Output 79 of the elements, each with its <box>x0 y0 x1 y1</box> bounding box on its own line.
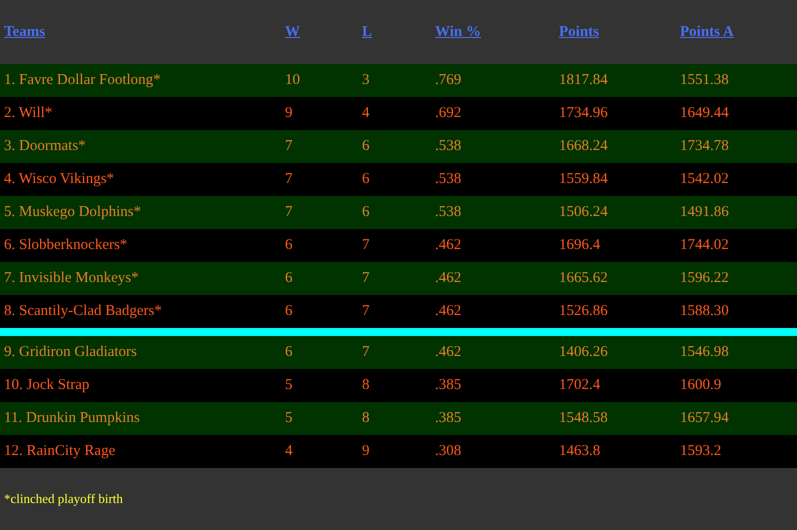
table-cell: 6 <box>362 171 370 187</box>
table-cell: 9 <box>362 443 370 459</box>
table-cell: 12. RainCity Rage <box>4 443 116 459</box>
table-cell: 1817.84 <box>559 72 608 88</box>
table-cell: .538 <box>435 138 462 154</box>
table-cell: 7. Invisible Monkeys* <box>4 270 139 286</box>
table-cell: 1665.62 <box>559 270 608 286</box>
column-header-link[interactable]: Points A <box>680 24 734 40</box>
table-cell: 1649.44 <box>680 105 729 121</box>
table-cell: 9. Gridiron Gladiators <box>4 344 137 360</box>
table-cell: 4 <box>285 443 292 459</box>
table-cell: 1657.94 <box>680 410 729 426</box>
table-cell: 6 <box>285 344 292 360</box>
table-cell: 8. Scantily-Clad Badgers* <box>4 303 162 319</box>
table-cell: 1600.9 <box>680 377 722 393</box>
table-cell: 1593.2 <box>680 443 722 459</box>
table-cell: .538 <box>435 171 462 187</box>
table-cell: 8 <box>362 377 370 393</box>
table-cell: 7 <box>362 270 370 286</box>
column-header-link[interactable]: Teams <box>4 24 46 40</box>
table-cell: 6 <box>362 204 370 220</box>
table-cell: 1406.26 <box>559 344 608 360</box>
table-cell: 1668.24 <box>559 138 608 154</box>
table-cell: 4 <box>362 105 370 121</box>
footnote: *clinched playoff birth <box>4 491 123 507</box>
table-cell: 7 <box>285 138 292 154</box>
table-cell: 6. Slobberknockers* <box>4 237 128 253</box>
table-cell: 1526.86 <box>559 303 608 319</box>
column-header-link[interactable]: Win % <box>435 24 481 40</box>
table-cell: 6 <box>285 303 292 319</box>
table-cell: 1696.4 <box>559 237 600 253</box>
table-cell: 5 <box>285 410 292 426</box>
table-cell: 1734.78 <box>680 138 729 154</box>
table-cell: 1744.02 <box>680 237 729 253</box>
table-cell: .769 <box>435 72 462 88</box>
table-cell: 5 <box>285 377 292 393</box>
table-cell: 6 <box>285 270 292 286</box>
table-cell: 10 <box>285 72 300 88</box>
table-cell: 9 <box>285 105 292 121</box>
table-cell: 1551.38 <box>680 72 729 88</box>
table-cell: 8 <box>362 410 370 426</box>
table-cell: 1. Favre Dollar Footlong* <box>4 72 161 88</box>
table-cell: .462 <box>435 270 462 286</box>
table-cell: 1506.24 <box>559 204 608 220</box>
table-cell: 7 <box>362 237 370 253</box>
column-header-link[interactable]: L <box>362 24 372 40</box>
table-cell: 1734.96 <box>559 105 608 121</box>
table-cell: 1548.58 <box>559 410 608 426</box>
table-cell: 6 <box>362 138 370 154</box>
table-cell: 7 <box>285 204 292 220</box>
table-cell: .692 <box>435 105 462 121</box>
table-cell: 4. Wisco Vikings* <box>4 171 114 187</box>
table-cell: 2. Will* <box>4 105 52 121</box>
table-cell: .385 <box>435 410 462 426</box>
table-cell: .462 <box>435 303 462 319</box>
table-cell: 7 <box>285 171 292 187</box>
table-cell: 10. Jock Strap <box>4 377 90 393</box>
table-cell: 1463.8 <box>559 443 600 459</box>
table-cell: 7 <box>362 303 370 319</box>
table-cell: .385 <box>435 377 462 393</box>
table-cell: 1542.02 <box>680 171 729 187</box>
table-cell: 7 <box>362 344 370 360</box>
table-cell: 1596.22 <box>680 270 729 286</box>
table-cell: .538 <box>435 204 462 220</box>
table-cell: 11. Drunkin Pumpkins <box>4 410 140 426</box>
table-cell: 5. Muskego Dolphins* <box>4 204 142 220</box>
table-cell: 1546.98 <box>680 344 729 360</box>
table-cell: .462 <box>435 237 462 253</box>
column-header-link[interactable]: W <box>285 24 300 40</box>
table-cell: 1702.4 <box>559 377 600 393</box>
table-cell: .462 <box>435 344 462 360</box>
table-cell: 1588.30 <box>680 303 729 319</box>
table-cell: 1491.86 <box>680 204 729 220</box>
table-cell: 3 <box>362 72 370 88</box>
table-cell: .308 <box>435 443 462 459</box>
table-cell: 1559.84 <box>559 171 608 187</box>
table-cell: 3. Doormats* <box>4 138 86 154</box>
column-header-link[interactable]: Points <box>559 24 600 40</box>
table-cell: 6 <box>285 237 292 253</box>
